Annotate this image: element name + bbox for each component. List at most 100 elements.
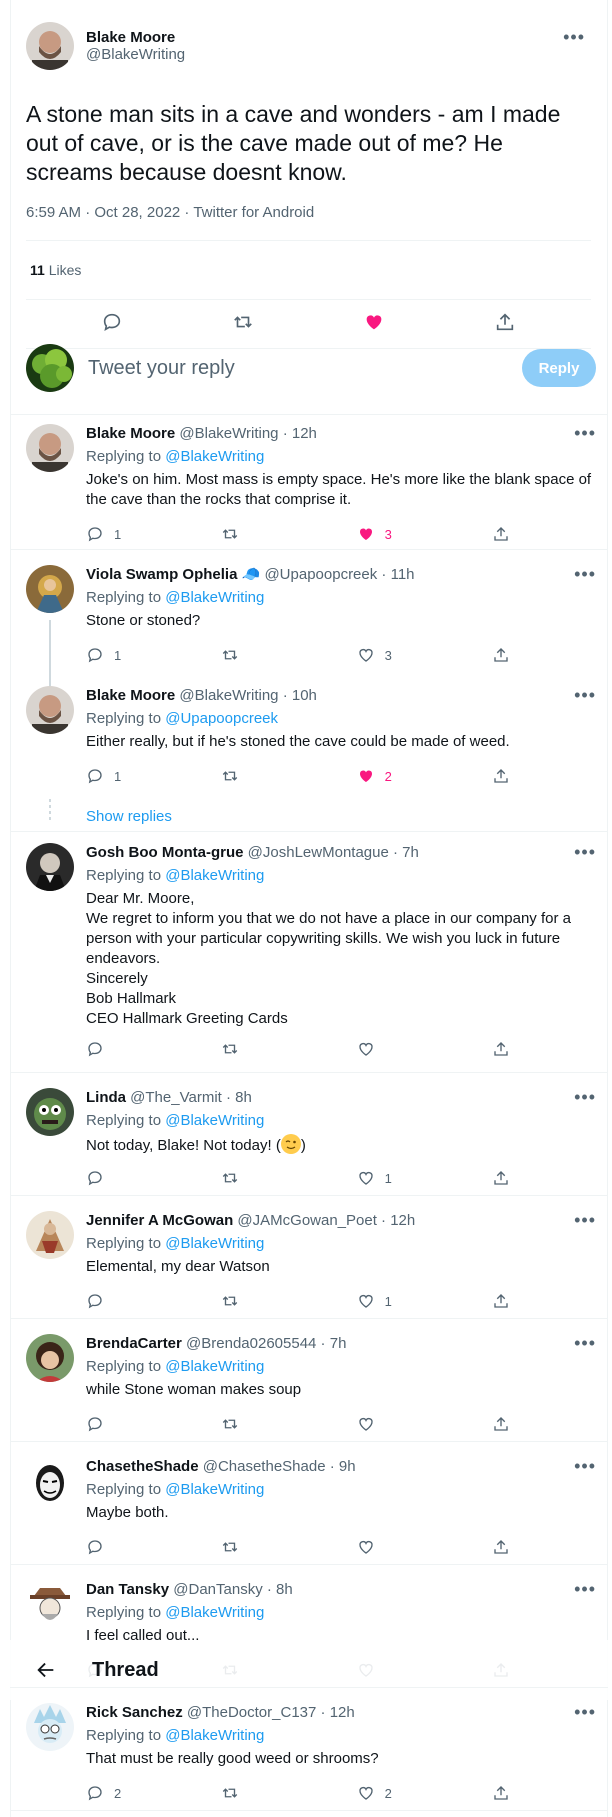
reply-author-handle[interactable]: @ChasetheShade — [203, 1458, 326, 1475]
reply-author-name[interactable]: Linda — [86, 1089, 126, 1106]
replying-to-link[interactable]: @BlakeWriting — [165, 867, 264, 884]
avatar[interactable] — [26, 686, 74, 734]
reply-button[interactable]: Reply — [522, 349, 596, 387]
more-icon[interactable]: ••• — [574, 1703, 596, 1721]
reply-author-handle[interactable]: @BlakeWriting — [179, 687, 278, 704]
avatar[interactable] — [26, 1580, 74, 1628]
reply-action[interactable] — [86, 1169, 221, 1187]
reply-author-handle[interactable]: @JoshLewMontague — [248, 844, 389, 861]
more-icon[interactable]: ••• — [574, 1457, 596, 1475]
share-action[interactable] — [492, 1040, 510, 1058]
retweet-action[interactable] — [221, 1784, 356, 1802]
reply-author-handle[interactable]: @TheDoctor_C137 — [187, 1704, 316, 1721]
share-icon[interactable] — [494, 311, 516, 338]
more-icon[interactable]: ••• — [574, 565, 596, 583]
reply-action[interactable] — [86, 1415, 221, 1433]
replying-to-link[interactable]: @BlakeWriting — [165, 1235, 264, 1252]
retweet-action[interactable] — [221, 1040, 356, 1058]
replying-to-link[interactable]: @BlakeWriting — [165, 448, 264, 465]
share-action[interactable] — [492, 525, 510, 543]
back-arrow-icon[interactable] — [26, 1650, 66, 1690]
reply-input[interactable]: Tweet your reply — [88, 357, 522, 380]
reply-icon[interactable] — [101, 311, 123, 338]
likes-row[interactable]: 11 Likes — [26, 241, 591, 299]
reply-time[interactable]: 11h — [391, 566, 415, 583]
retweet-action[interactable] — [221, 1538, 356, 1556]
replying-to-link[interactable]: @BlakeWriting — [165, 589, 264, 606]
reply-author-name[interactable]: Rick Sanchez — [86, 1704, 183, 1721]
like-action[interactable]: 2 — [357, 767, 492, 785]
author-name[interactable]: Blake Moore — [86, 29, 185, 46]
reply-author-handle[interactable]: @BlakeWriting — [179, 425, 278, 442]
avatar[interactable] — [26, 1334, 74, 1382]
like-action[interactable]: 1 — [357, 1292, 492, 1310]
replying-to-link[interactable]: @BlakeWriting — [165, 1112, 264, 1129]
reply-action[interactable]: 1 — [86, 646, 221, 664]
retweet-action[interactable] — [221, 1169, 356, 1187]
reply-time[interactable]: 9h — [339, 1458, 356, 1475]
user-avatar[interactable] — [26, 344, 74, 392]
replying-to-link[interactable]: @BlakeWriting — [165, 1727, 264, 1744]
like-action[interactable] — [357, 1415, 492, 1433]
more-icon[interactable]: ••• — [563, 28, 585, 46]
reply-time[interactable]: 12h — [292, 425, 317, 442]
share-action[interactable] — [492, 1292, 510, 1310]
more-icon[interactable]: ••• — [574, 424, 596, 442]
like-action[interactable]: 3 — [357, 646, 492, 664]
share-action[interactable] — [492, 1538, 510, 1556]
reply-author-handle[interactable]: @DanTansky — [173, 1581, 262, 1598]
reply-time[interactable]: 8h — [235, 1089, 252, 1106]
more-icon[interactable]: ••• — [574, 1211, 596, 1229]
author-avatar[interactable] — [26, 22, 74, 70]
avatar[interactable] — [26, 1088, 74, 1136]
reply-author-name[interactable]: Jennifer A McGowan — [86, 1212, 233, 1229]
more-icon[interactable]: ••• — [574, 686, 596, 704]
reply-author-name[interactable]: BrendaCarter — [86, 1335, 182, 1352]
share-action[interactable] — [492, 1169, 510, 1187]
reply-time[interactable]: 10h — [292, 687, 317, 704]
reply-action[interactable]: 1 — [86, 525, 221, 543]
reply-author-name[interactable]: Viola Swamp Ophelia 🧢 — [86, 566, 260, 583]
reply-action[interactable]: 1 — [86, 767, 221, 785]
retweet-icon[interactable] — [232, 311, 254, 338]
reply-author-handle[interactable]: @Brenda02605544 — [186, 1335, 316, 1352]
reply-time[interactable]: 12h — [330, 1704, 355, 1721]
reply-time[interactable]: 8h — [276, 1581, 293, 1598]
author-handle[interactable]: @BlakeWriting — [86, 46, 185, 63]
like-icon[interactable] — [363, 311, 385, 338]
retweet-action[interactable] — [221, 767, 356, 785]
reply-action[interactable] — [86, 1040, 221, 1058]
reply-time[interactable]: 7h — [402, 844, 419, 861]
show-replies-link[interactable]: Show replies — [86, 808, 172, 825]
share-action[interactable] — [492, 1784, 510, 1802]
replying-to-link[interactable]: @BlakeWriting — [165, 1358, 264, 1375]
reply-author-handle[interactable]: @The_Varmit — [130, 1089, 222, 1106]
share-action[interactable] — [492, 1415, 510, 1433]
reply-author-name[interactable]: Blake Moore — [86, 687, 175, 704]
reply-author-name[interactable]: Dan Tansky — [86, 1581, 169, 1598]
more-icon[interactable]: ••• — [574, 1088, 596, 1106]
reply-author-name[interactable]: Blake Moore — [86, 425, 175, 442]
avatar[interactable] — [26, 565, 74, 613]
retweet-action[interactable] — [221, 646, 356, 664]
tweet-meta[interactable]: 6:59 AM · Oct 28, 2022 · Twitter for And… — [26, 204, 591, 221]
avatar[interactable] — [26, 1211, 74, 1259]
avatar[interactable] — [26, 1457, 74, 1505]
like-action[interactable]: 3 — [357, 525, 492, 543]
reply-time[interactable]: 7h — [330, 1335, 347, 1352]
retweet-action[interactable] — [221, 525, 356, 543]
replying-to-link[interactable]: @BlakeWriting — [165, 1604, 264, 1621]
share-action[interactable] — [492, 646, 510, 664]
avatar[interactable] — [26, 424, 74, 472]
retweet-action[interactable] — [221, 1415, 356, 1433]
reply-author-name[interactable]: ChasetheShade — [86, 1458, 199, 1475]
reply-time[interactable]: 12h — [390, 1212, 415, 1229]
more-icon[interactable]: ••• — [574, 843, 596, 861]
replying-to-link[interactable]: @BlakeWriting — [165, 1481, 264, 1498]
reply-action[interactable]: 2 — [86, 1784, 221, 1802]
like-action[interactable]: 1 — [357, 1169, 492, 1187]
like-action[interactable] — [357, 1040, 492, 1058]
replying-to-link[interactable]: @Upapoopcreek — [165, 710, 278, 727]
share-action[interactable] — [492, 767, 510, 785]
like-action[interactable] — [357, 1538, 492, 1556]
